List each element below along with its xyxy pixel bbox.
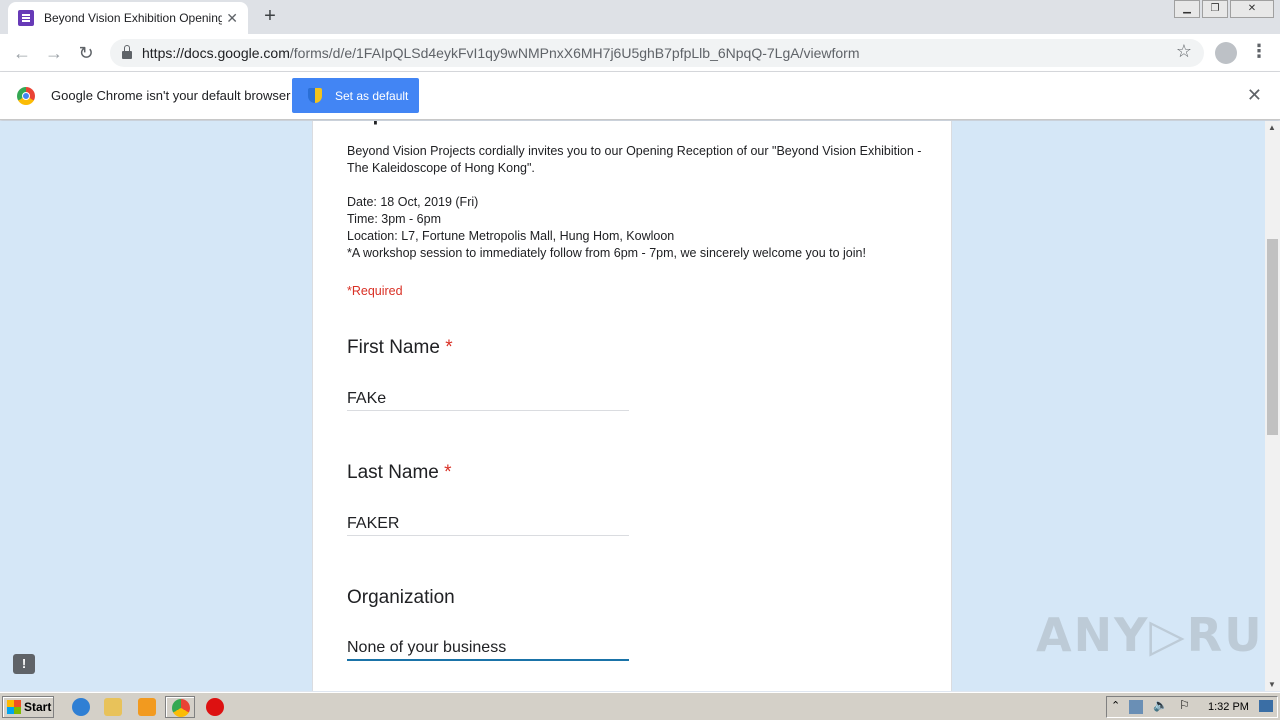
url-host: https://docs.google.com [142,45,290,61]
tray-expand-icon[interactable]: ⌃ [1111,699,1120,712]
organization-label: Organization [347,587,455,609]
required-asterisk: * [444,462,452,483]
system-tray: ⌃ 🔈 ⚐ [1106,696,1278,718]
windows-taskbar: Start ⌃ 🔈 ⚐ 1:32 PM [0,692,1280,720]
stop-icon[interactable] [206,698,224,716]
set-as-default-label: Set as default [335,88,409,103]
tab-close-icon[interactable]: ✕ [226,10,238,27]
required-note: *Required [347,284,403,298]
shield-icon [308,88,322,103]
anyrun-watermark: ANY▷RUN [1036,608,1280,662]
forward-button[interactable]: → [42,41,66,65]
infobar-close-icon[interactable]: ✕ [1247,85,1262,106]
window-close-button[interactable]: ✕ [1230,0,1274,18]
bookmark-star-icon[interactable]: ☆ [1176,41,1192,62]
taskbar-clock: 1:32 PM [1208,701,1249,713]
page-viewport: Op Beyond Vision Projects cordially invi… [0,121,1265,691]
description-line: Beyond Vision Projects cordially invites… [347,144,922,175]
show-desktop-icon[interactable] [1259,700,1273,712]
start-button[interactable]: Start [2,696,54,718]
back-button[interactable]: ← [10,41,34,65]
description-line: Date: 18 Oct, 2019 (Fri) [347,195,479,209]
last-name-input[interactable] [347,508,629,536]
profile-avatar-icon[interactable] [1215,42,1237,64]
description-line: *A workshop session to immediately follo… [347,246,866,260]
new-tab-button[interactable]: + [258,5,282,28]
taskbar-chrome-button[interactable] [165,696,195,718]
form-title-fragment: Op [347,121,437,125]
default-browser-infobar: Google Chrome isn't your default browser… [0,72,1280,120]
browser-tab[interactable]: Beyond Vision Exhibition Opening Re ✕ [8,2,248,34]
last-name-label-text: Last Name [347,462,439,483]
chrome-menu-icon[interactable]: ⋮ [1250,41,1268,62]
url-path: /forms/d/e/1FAIpQLSd4eykFvI1qy9wNMPnxX6M… [289,45,860,61]
windows-logo-icon [7,700,21,714]
chrome-logo-icon [17,87,35,105]
organization-label-text: Organization [347,587,455,608]
set-as-default-button[interactable]: Set as default [292,78,419,113]
file-explorer-icon[interactable] [104,698,122,716]
action-center-flag-icon[interactable]: ⚐ [1179,698,1190,712]
infobar-message: Google Chrome isn't your default browser [51,88,291,103]
tab-strip: Beyond Vision Exhibition Opening Re ✕ + … [0,0,1280,34]
chrome-icon [172,699,190,717]
required-asterisk: * [445,337,453,358]
tab-title: Beyond Vision Exhibition Opening Re [44,11,222,25]
first-name-label-text: First Name [347,337,440,358]
reload-button[interactable]: ↻ [74,41,98,65]
window-controls: ▁ ❐ ✕ [1172,0,1274,18]
description-line: Location: L7, Fortune Metropolis Mall, H… [347,229,675,243]
network-icon[interactable] [1129,700,1143,714]
volume-icon[interactable]: 🔈 [1153,698,1168,712]
media-player-icon[interactable] [138,698,156,716]
description-line [347,177,927,194]
browser-toolbar: ← → ↻ https://docs.google.com/forms/d/e/… [0,34,1280,72]
organization-input[interactable] [347,633,629,661]
restore-button[interactable]: ❐ [1202,0,1228,18]
minimize-button[interactable]: ▁ [1174,0,1200,18]
scrollbar-thumb[interactable] [1267,239,1278,435]
address-bar[interactable]: https://docs.google.com/forms/d/e/1FAIpQ… [110,39,1204,67]
first-name-input[interactable] [347,383,629,411]
lock-icon[interactable] [122,45,132,59]
internet-explorer-icon[interactable] [72,698,90,716]
last-name-label: Last Name * [347,462,452,484]
form-description: Beyond Vision Projects cordially invites… [347,143,927,262]
page-scrollbar[interactable]: ▲ ▼ [1265,121,1280,691]
start-label: Start [24,700,52,714]
scroll-up-arrow-icon[interactable]: ▲ [1268,123,1276,132]
form-card: Op Beyond Vision Projects cordially invi… [312,121,952,691]
scroll-down-arrow-icon[interactable]: ▼ [1268,680,1276,689]
description-line: Time: 3pm - 6pm [347,212,442,226]
url-text[interactable]: https://docs.google.com/forms/d/e/1FAIpQ… [142,45,859,61]
first-name-label: First Name * [347,337,453,359]
feedback-icon[interactable]: ! [13,654,35,674]
google-forms-icon [18,10,34,26]
